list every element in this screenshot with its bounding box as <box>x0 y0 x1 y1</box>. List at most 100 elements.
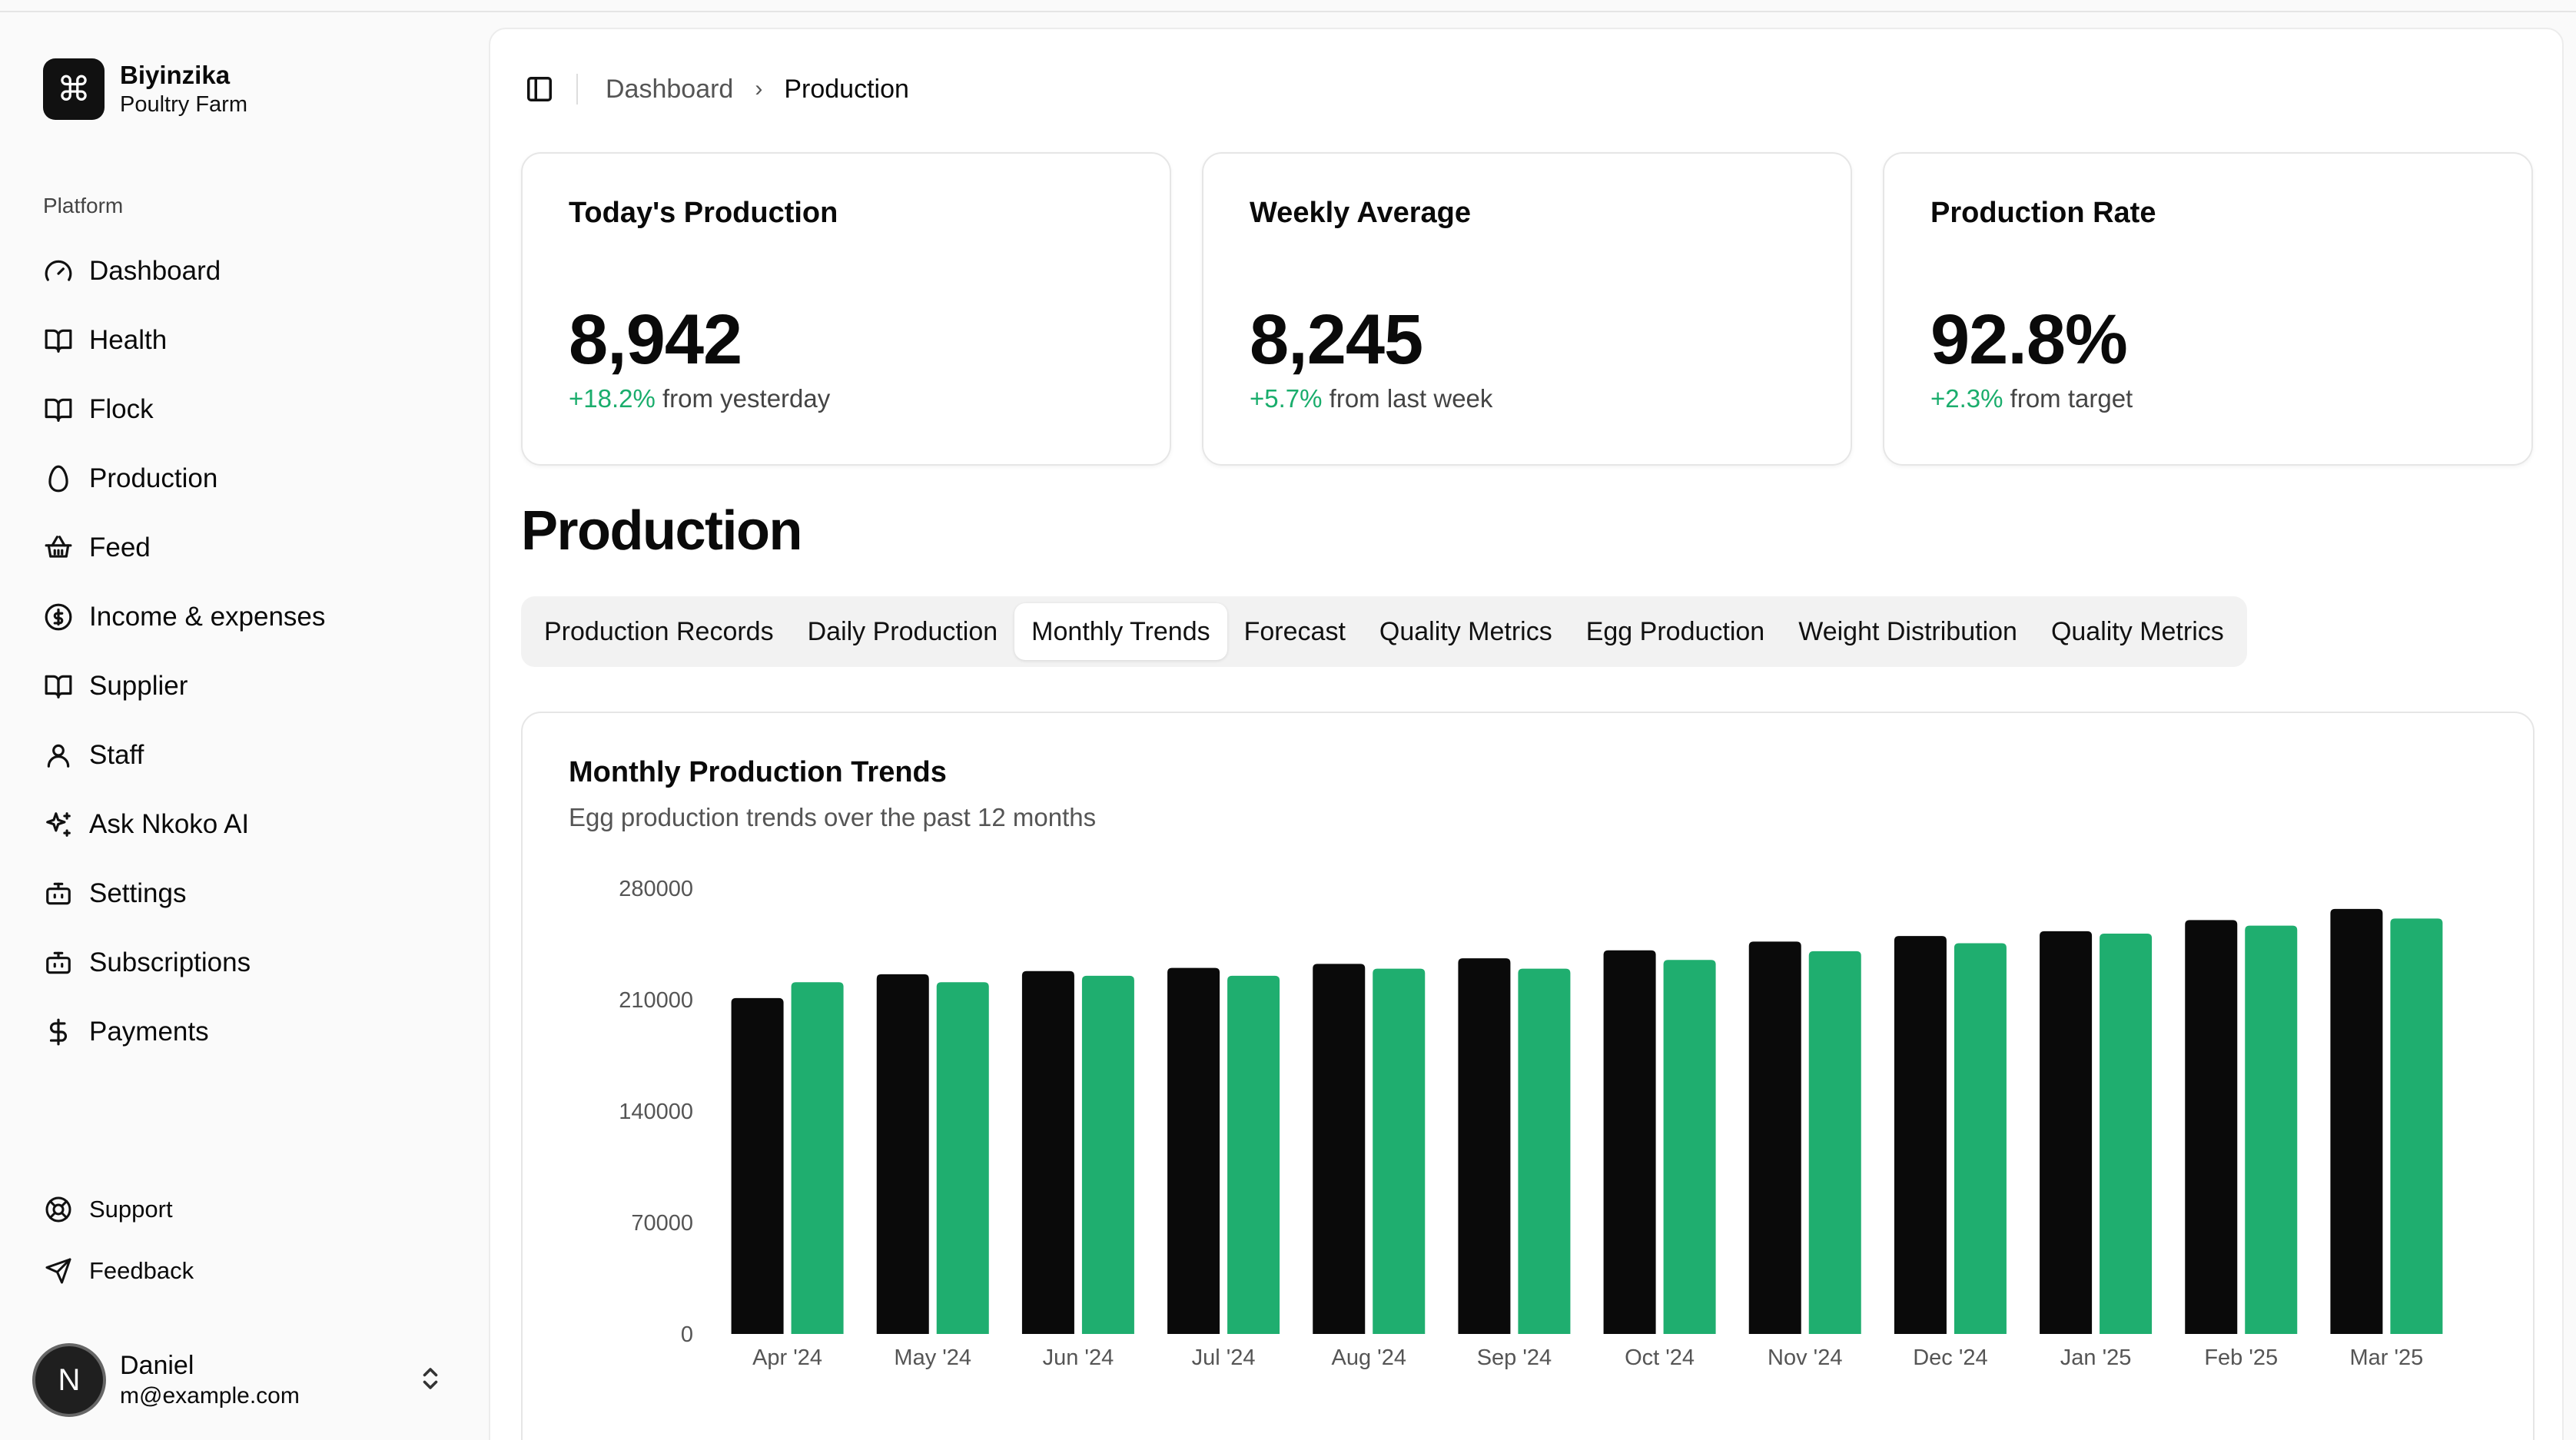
stat-title: Today's Production <box>569 197 838 229</box>
sidebar-item-subscriptions[interactable]: Subscriptions <box>29 928 460 997</box>
chart-bar[interactable] <box>1373 968 1426 1334</box>
chart-bar[interactable] <box>2185 920 2238 1334</box>
breadcrumb: Dashboard › Production <box>606 75 909 105</box>
chart-bar[interactable] <box>2245 925 2298 1334</box>
x-tick-label: Mar '25 <box>2350 1345 2424 1370</box>
sidebar-item-ask-nkoko-ai[interactable]: Ask Nkoko AI <box>29 790 460 859</box>
avatar: N <box>32 1343 106 1417</box>
chart-bar[interactable] <box>731 997 784 1334</box>
stat-card-production-rate: Production Rate 92.8% +2.3% from target <box>1883 152 2533 466</box>
chart-bar[interactable] <box>1021 971 1074 1334</box>
stat-value: 8,942 <box>569 300 742 379</box>
chevron-right-icon: › <box>755 76 763 101</box>
sidebar-item-flock[interactable]: Flock <box>29 375 460 444</box>
x-tick-label: Sep '24 <box>1477 1345 1552 1370</box>
sidebar-item-feedback[interactable]: Feedback <box>29 1240 460 1302</box>
chart-bar[interactable] <box>876 974 929 1334</box>
chart-bar[interactable] <box>1748 941 1801 1334</box>
chart-bar[interactable] <box>1663 960 1716 1334</box>
tab-egg-production[interactable]: Egg Production <box>1569 603 1782 660</box>
brand[interactable]: ⌘ Biyinzika Poultry Farm <box>43 58 247 120</box>
stat-delta-text: from last week <box>1329 384 1493 413</box>
chart-bar[interactable] <box>1603 950 1656 1334</box>
chart-bar[interactable] <box>2100 934 2153 1334</box>
chart-bar[interactable] <box>791 982 844 1334</box>
panel-left-icon <box>527 77 552 101</box>
x-tick-label: May '24 <box>894 1345 971 1370</box>
user-name: Daniel <box>120 1351 194 1380</box>
sidebar-nav: Dashboard Health Flock Production Feed I… <box>29 237 460 1067</box>
tab-quality-metrics-2[interactable]: Quality Metrics <box>2034 603 2241 660</box>
stat-delta: +18.2% from yesterday <box>569 384 830 413</box>
sidebar-item-label: Dashboard <box>89 256 221 286</box>
tab-weight-distribution[interactable]: Weight Distribution <box>1781 603 2034 660</box>
sidebar-item-production[interactable]: Production <box>29 444 460 513</box>
command-icon: ⌘ <box>43 58 105 120</box>
chart-bar[interactable] <box>2390 918 2443 1334</box>
chart-bar[interactable] <box>1313 964 1366 1334</box>
chart-bar[interactable] <box>1167 967 1220 1334</box>
stat-delta-value: +18.2% <box>569 384 656 413</box>
sidebar-item-income-expenses[interactable]: Income & expenses <box>29 582 460 652</box>
sidebar-item-label: Subscriptions <box>89 947 251 977</box>
chart-bar[interactable] <box>1808 951 1861 1334</box>
stat-value: 92.8% <box>1930 300 2128 379</box>
sidebar-item-label: Income & expenses <box>89 602 326 632</box>
x-tick-label: Jan '25 <box>2060 1345 2132 1370</box>
sidebar-footer-nav: Support Feedback <box>29 1179 460 1302</box>
main-panel: Dashboard › Production Today's Productio… <box>489 28 2564 1440</box>
bar-chart: 0 70000 140000 210000 280000 Apr '24 May '24 Ju… <box>619 877 2443 1370</box>
chart-bar[interactable] <box>1954 943 2007 1334</box>
topbar: Dashboard › Production <box>523 66 909 112</box>
sidebar-item-supplier[interactable]: Supplier <box>29 652 460 721</box>
user-menu[interactable]: N Daniel m@example.com <box>32 1342 447 1418</box>
y-tick-label: 280000 <box>619 877 693 901</box>
brand-subtitle: Poultry Farm <box>120 92 247 117</box>
sidebar-item-label: Supplier <box>89 671 188 701</box>
tab-quality-metrics[interactable]: Quality Metrics <box>1363 603 1569 660</box>
chart-bar[interactable] <box>2330 908 2383 1334</box>
chart-bar[interactable] <box>1081 975 1134 1334</box>
tab-daily-production[interactable]: Daily Production <box>791 603 1015 660</box>
stat-title: Production Rate <box>1930 197 2156 229</box>
breadcrumb-link-dashboard[interactable]: Dashboard <box>606 75 733 105</box>
book-open-icon <box>43 325 74 356</box>
user-email: m@example.com <box>120 1383 300 1408</box>
stat-delta-text: from target <box>2010 384 2133 413</box>
gauge-icon <box>43 256 74 287</box>
x-tick-label: Dec '24 <box>1913 1345 1987 1370</box>
sidebar-item-label: Production <box>89 463 218 493</box>
x-tick-label: Apr '24 <box>752 1345 822 1370</box>
sidebar-toggle-button[interactable] <box>523 72 556 106</box>
sidebar-item-label: Staff <box>89 740 144 770</box>
sidebar-item-payments[interactable]: Payments <box>29 997 460 1067</box>
sidebar-item-staff[interactable]: Staff <box>29 721 460 790</box>
sidebar-item-label: Feed <box>89 533 151 562</box>
sidebar-item-feed[interactable]: Feed <box>29 513 460 582</box>
page-title: Production <box>521 500 802 562</box>
sidebar-item-support[interactable]: Support <box>29 1179 460 1240</box>
stats-cards: Today's Production 8,942 +18.2% from yes… <box>521 152 2533 466</box>
sidebar-item-settings[interactable]: Settings <box>29 859 460 928</box>
x-tick-label: Jul '24 <box>1192 1345 1256 1370</box>
chart-bar[interactable] <box>936 982 989 1334</box>
tab-production-records[interactable]: Production Records <box>527 603 791 660</box>
chart-bar[interactable] <box>1227 975 1280 1334</box>
chart-bar[interactable] <box>1894 936 1947 1334</box>
sidebar-item-label: Payments <box>89 1017 209 1047</box>
sidebar-item-label: Settings <box>89 878 187 908</box>
chart-bar[interactable] <box>1458 958 1511 1334</box>
tab-list: Production Records Daily Production Mont… <box>521 596 2247 667</box>
book-open-icon <box>43 394 74 425</box>
chart-bar[interactable] <box>1518 968 1571 1334</box>
egg-icon <box>43 463 74 494</box>
x-tick-label: Feb '25 <box>2204 1345 2278 1370</box>
chart-bar[interactable] <box>2040 931 2093 1334</box>
monthly-trends-chart-card: Monthly Production Trends Egg production… <box>521 712 2535 1440</box>
sidebar-item-dashboard[interactable]: Dashboard <box>29 237 460 306</box>
tab-forecast[interactable]: Forecast <box>1227 603 1363 660</box>
nav-group-label: Platform <box>43 194 124 217</box>
sidebar: ⌘ Biyinzika Poultry Farm Platform Dashbo… <box>0 12 489 1440</box>
sidebar-item-health[interactable]: Health <box>29 306 460 375</box>
tab-monthly-trends[interactable]: Monthly Trends <box>1014 603 1227 660</box>
